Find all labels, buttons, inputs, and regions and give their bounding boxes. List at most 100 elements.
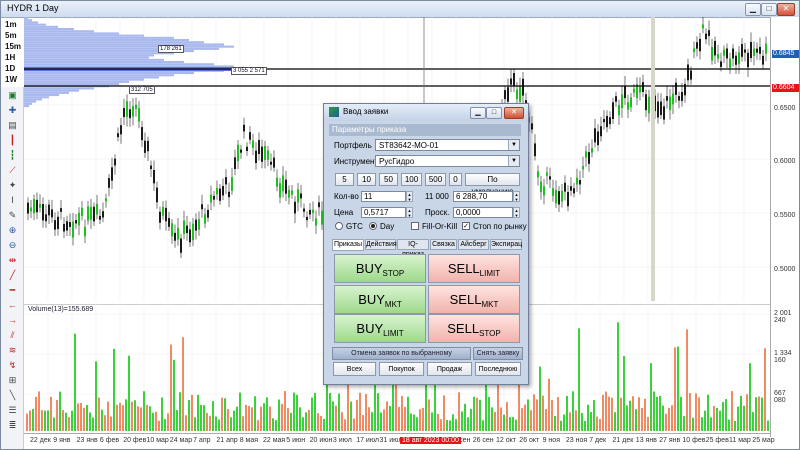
tab-iceberg[interactable]: Айсберг <box>458 239 489 250</box>
time-axis-label: 12 окт <box>496 437 516 444</box>
price-input[interactable]: 0,5717 <box>361 207 406 218</box>
fib-icon[interactable]: ≋ <box>6 344 19 357</box>
sell-market-button[interactable]: SELLMKT <box>428 285 520 314</box>
fok-checkbox[interactable] <box>411 222 419 230</box>
qty-5-button[interactable]: 5 <box>335 173 354 186</box>
qty-input[interactable]: 11 <box>361 191 406 202</box>
qty-500-button[interactable]: 500 <box>425 173 446 186</box>
dialog-close-button[interactable]: ✕ <box>504 107 524 119</box>
dialog-title-bar[interactable]: Ввод заявки ▁ □ ✕ <box>324 104 528 121</box>
volume-bar <box>32 409 34 431</box>
instrument-select[interactable]: РусГидро ▼ <box>375 155 520 167</box>
volume-bar <box>587 404 589 431</box>
filter-sells-button[interactable]: Продаж <box>427 362 472 376</box>
ruler-icon[interactable]: ╲ <box>6 389 19 402</box>
line-chart-icon[interactable]: ⟋ <box>6 164 19 177</box>
volume-bar <box>623 355 625 431</box>
volume-bar <box>104 415 106 431</box>
dialog-maximize-button[interactable]: □ <box>486 107 502 119</box>
maximize-button[interactable]: □ <box>761 3 777 16</box>
portfolio-select[interactable]: ST83642-MO-01 ▼ <box>375 139 520 151</box>
day-radio[interactable] <box>369 222 377 230</box>
cancel-instrument-orders-button[interactable]: Отмена заявок по выбранному инструменту <box>332 347 471 369</box>
dialog-minimize-button[interactable]: ▁ <box>470 107 486 119</box>
timeframe-1h[interactable]: 1H <box>5 53 25 64</box>
volume-bar <box>410 413 412 431</box>
arrow-both-icon[interactable]: ⇹ <box>6 254 19 267</box>
timeframe-1w[interactable]: 1W <box>5 75 25 86</box>
tab-iq-order[interactable]: IQ-приказ <box>397 239 429 258</box>
hline-icon[interactable]: ━ <box>6 284 19 297</box>
measure-icon[interactable]: ⊞ <box>6 374 19 387</box>
buy-limit-button[interactable]: BUYLIMIT <box>334 314 426 343</box>
list-icon[interactable]: ≣ <box>6 419 19 432</box>
qty-50-button[interactable]: 50 <box>379 173 398 186</box>
zigzag-icon[interactable]: ↯ <box>6 359 19 372</box>
settings-icon[interactable]: ☰ <box>6 404 19 417</box>
print-icon[interactable]: ▤ <box>6 119 19 132</box>
filter-all-button[interactable]: Всех <box>333 362 376 376</box>
timeframe-15m[interactable]: 15m <box>5 42 25 53</box>
timeframe-1d[interactable]: 1D <box>5 64 25 75</box>
stop-market-checkbox[interactable]: ✓ <box>462 222 470 230</box>
timeframe-5m[interactable]: 5m <box>5 31 25 42</box>
qty-0-button[interactable]: 0 <box>449 173 462 186</box>
pen-icon[interactable]: ✎ <box>6 209 19 222</box>
volume-bar <box>218 419 220 431</box>
buy-stop-button[interactable]: BUYSTOP <box>334 254 426 283</box>
tab-orders[interactable]: Приказы <box>332 239 364 251</box>
zoom-out-icon[interactable]: ⊖ <box>6 239 19 252</box>
slippage-spinner[interactable]: ▲ ▼ <box>513 207 520 218</box>
filter-last-button[interactable]: Последнюю <box>475 362 521 376</box>
price-spinner[interactable]: ▲ ▼ <box>406 207 413 218</box>
buy-mkt-sub: MKT <box>384 300 402 309</box>
tab-actions[interactable]: Действия <box>365 239 397 250</box>
candle-body <box>222 186 224 196</box>
filter-buys-button[interactable]: Покупок <box>379 362 424 376</box>
default-button[interactable]: По умолчанию <box>465 173 520 196</box>
cancel-order-button[interactable]: Снять заявку <box>473 347 523 360</box>
candle-body <box>675 82 677 95</box>
bar-icon[interactable]: ┇ <box>6 149 19 162</box>
candle-body <box>582 166 584 170</box>
volume-bar <box>56 399 58 431</box>
volume-bar <box>98 397 100 431</box>
volume-bar <box>179 392 181 431</box>
amount-spinner[interactable]: ▲ ▼ <box>513 191 520 202</box>
volume-bar <box>536 399 538 431</box>
cursor-icon[interactable]: ▣ <box>6 89 19 102</box>
profile-bar <box>24 76 159 79</box>
trend-line-icon[interactable]: ╱ <box>6 269 19 282</box>
text-tool-icon[interactable]: I <box>6 194 19 207</box>
indicator-icon[interactable]: ✦ <box>6 179 19 192</box>
arrow-right-icon[interactable]: → <box>6 314 19 327</box>
zoom-in-icon[interactable]: ⊕ <box>6 224 19 237</box>
candle-body <box>87 206 89 221</box>
volume-bar <box>206 412 208 431</box>
volume-bar <box>632 396 634 431</box>
candle-body <box>150 165 152 170</box>
qty-10-button[interactable]: 10 <box>357 173 376 186</box>
gtc-radio[interactable] <box>335 222 343 230</box>
buy-market-button[interactable]: BUYMKT <box>334 285 426 314</box>
sell-limit-button[interactable]: SELLLIMIT <box>428 254 520 283</box>
channel-icon[interactable]: ⫽ <box>6 329 19 342</box>
candle-icon[interactable]: ┃ <box>6 134 19 147</box>
close-button[interactable]: ✕ <box>777 3 795 16</box>
volume-bar <box>53 417 55 431</box>
candle-body <box>576 177 578 185</box>
minimize-button[interactable]: ▁ <box>745 3 761 16</box>
sell-stop-button[interactable]: SELLSTOP <box>428 314 520 343</box>
crosshair-icon[interactable]: ✚ <box>6 104 19 117</box>
amount-input[interactable]: 6 288,70 <box>453 191 513 202</box>
slippage-input[interactable]: 0,0000 <box>453 207 513 218</box>
qty-100-button[interactable]: 100 <box>401 173 422 186</box>
qty-spinner[interactable]: ▲ ▼ <box>406 191 413 202</box>
tab-bundle[interactable]: Связка <box>430 239 457 250</box>
arrow-left-icon[interactable]: ← <box>6 299 19 312</box>
volume-bar <box>548 378 550 431</box>
tab-expiration[interactable]: Экспирац <box>490 239 522 250</box>
timeframe-1m[interactable]: 1m <box>5 20 25 31</box>
candle-body <box>102 211 104 218</box>
stop-market-label: Стоп по рынку <box>473 222 527 231</box>
